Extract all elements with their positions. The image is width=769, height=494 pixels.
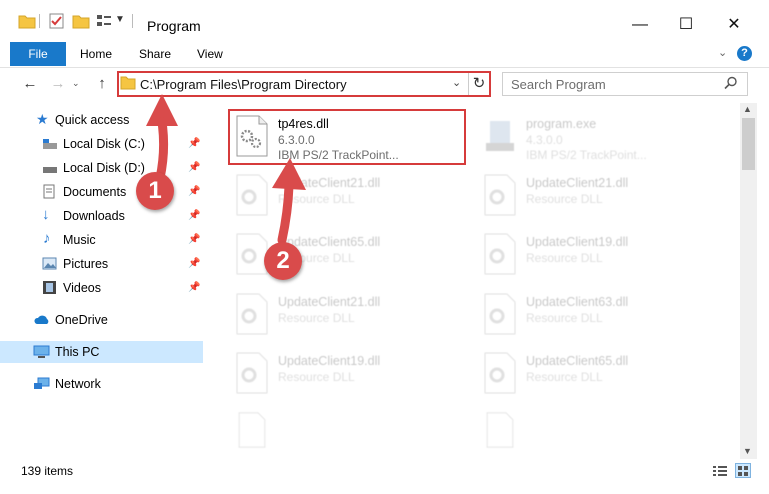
details-view-icon[interactable]	[712, 465, 728, 477]
step-marker-1: 1	[136, 172, 174, 210]
status-bar	[0, 459, 769, 494]
step-marker-2: 2	[264, 242, 302, 280]
annotation-arrows	[146, 94, 306, 245]
large-icons-view-icon[interactable]	[735, 463, 751, 478]
item-count: 139 items	[21, 464, 74, 478]
arrow-2-shaft	[277, 181, 294, 245]
arrow-1-shaft	[155, 117, 169, 183]
